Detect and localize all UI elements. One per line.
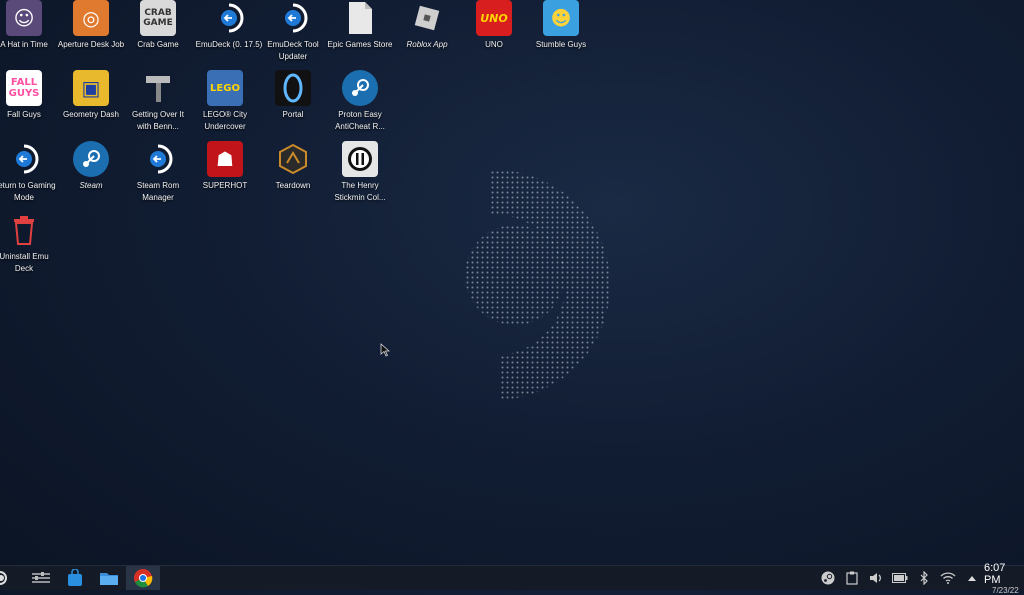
steamdeck-wallpaper-logo: [465, 169, 611, 400]
wifi-icon: [940, 572, 956, 584]
file-manager-button[interactable]: [92, 566, 126, 590]
system-tray: 6:07 PM 7/23/22: [816, 562, 1024, 595]
discover-store-button[interactable]: [58, 566, 92, 590]
trash-icon: [6, 212, 42, 248]
desktop-icon-getting-over-it[interactable]: Getting Over It with Benn...: [124, 70, 192, 133]
mouse-cursor-icon: [380, 343, 390, 357]
sliders-icon: [32, 572, 50, 583]
desktop: ☺ A Hat in Time ◎ Aperture Desk Job CRAB…: [0, 0, 1024, 566]
show-hidden-icons-button[interactable]: [960, 566, 984, 590]
shopping-bag-icon: [68, 569, 82, 586]
desktop-icon-steam-rom-manager[interactable]: Steam Rom Manager: [124, 141, 192, 204]
steamdeck-launcher-icon: [0, 571, 7, 585]
clock-date: 7/23/22: [992, 585, 1019, 595]
desktop-icon-uno[interactable]: UNO UNO: [460, 0, 528, 51]
desktop-icon-fall-guys[interactable]: FALL GUYS Fall Guys: [0, 70, 58, 121]
getting-over-it-icon: [140, 70, 176, 106]
teardown-icon: [275, 141, 311, 177]
clipboard-button[interactable]: [840, 566, 864, 590]
desktop-icon-a-hat-in-time[interactable]: ☺ A Hat in Time: [0, 0, 58, 51]
clock-time: 6:07 PM: [984, 561, 1006, 586]
portal-icon: [275, 70, 311, 106]
aperture-desk-job-icon: ◎: [73, 0, 109, 36]
folder-icon: [100, 573, 118, 585]
chevron-up-icon: [968, 576, 976, 581]
emudeck-updater-icon: [275, 0, 311, 36]
desktop-icon-aperture-desk-job[interactable]: ◎ Aperture Desk Job: [57, 0, 125, 51]
desktop-icon-henry-stickmin[interactable]: The Henry Stickmin Col...: [326, 141, 394, 204]
steam-icon: [342, 70, 378, 106]
a-hat-in-time-icon: ☺: [6, 0, 42, 36]
epic-games-store-icon: [342, 0, 378, 36]
desktop-icon-emudeck-updater[interactable]: EmuDeck Tool Updater: [259, 0, 327, 63]
task-manager-button[interactable]: [24, 566, 58, 590]
desktop-icon-steam[interactable]: Steam: [57, 141, 125, 192]
desktop-icon-return-gaming-mode[interactable]: Return to Gaming Mode: [0, 141, 58, 204]
desktop-icon-superhot[interactable]: ☗ SUPERHOT: [191, 141, 259, 192]
desktop-icon-crab-game[interactable]: CRAB GAME Crab Game: [124, 0, 192, 51]
wifi-button[interactable]: [936, 566, 960, 590]
bluetooth-button[interactable]: [912, 566, 936, 590]
desktop-icon-portal[interactable]: Portal: [259, 70, 327, 121]
geometry-dash-icon: ▣: [73, 70, 109, 106]
battery-icon: [892, 573, 908, 583]
stumble-guys-icon: ☻: [543, 0, 579, 36]
desktop-icon-emudeck[interactable]: EmuDeck (0. 17.5): [195, 0, 263, 51]
crab-game-icon: CRAB GAME: [140, 0, 176, 36]
desktop-icon-geometry-dash[interactable]: ▣ Geometry Dash: [57, 70, 125, 121]
uno-icon: UNO: [476, 0, 512, 36]
fall-guys-icon: FALL GUYS: [6, 70, 42, 106]
steam-icon: [73, 141, 109, 177]
volume-icon: [870, 573, 881, 583]
desktop-icon-proton-eac[interactable]: Proton Easy AntiCheat R...: [326, 70, 394, 133]
chrome-button[interactable]: [126, 566, 160, 590]
return-gaming-mode-icon: [6, 141, 42, 177]
bluetooth-icon: [920, 571, 928, 585]
taskbar: 6:07 PM 7/23/22: [0, 562, 1024, 595]
superhot-icon: ☗: [207, 141, 243, 177]
chrome-icon: [134, 569, 153, 588]
roblox-icon: [409, 0, 445, 36]
desktop-icon-teardown[interactable]: Teardown: [259, 141, 327, 192]
desktop-icon-roblox[interactable]: Roblox App: [393, 0, 461, 51]
desktop-icon-stumble-guys[interactable]: ☻ Stumble Guys: [527, 0, 595, 51]
desktop-icon-uninstall-emudeck[interactable]: Uninstall Emu Deck: [0, 212, 58, 275]
desktop-icon-lego-city[interactable]: LEGO LEGO® City Undercover: [191, 70, 259, 133]
emudeck-icon: [211, 0, 247, 36]
lego-city-icon: LEGO: [207, 70, 243, 106]
desktop-icon-epic-games-store[interactable]: Epic Games Store: [326, 0, 394, 51]
volume-button[interactable]: [864, 566, 888, 590]
clipboard-icon: [846, 571, 858, 585]
application-launcher-button[interactable]: [0, 566, 14, 590]
steam-icon: [821, 571, 835, 585]
steam-rom-manager-icon: [140, 141, 176, 177]
battery-button[interactable]: [888, 566, 912, 590]
steam-tray-button[interactable]: [816, 566, 840, 590]
henry-stickmin-icon: [342, 141, 378, 177]
